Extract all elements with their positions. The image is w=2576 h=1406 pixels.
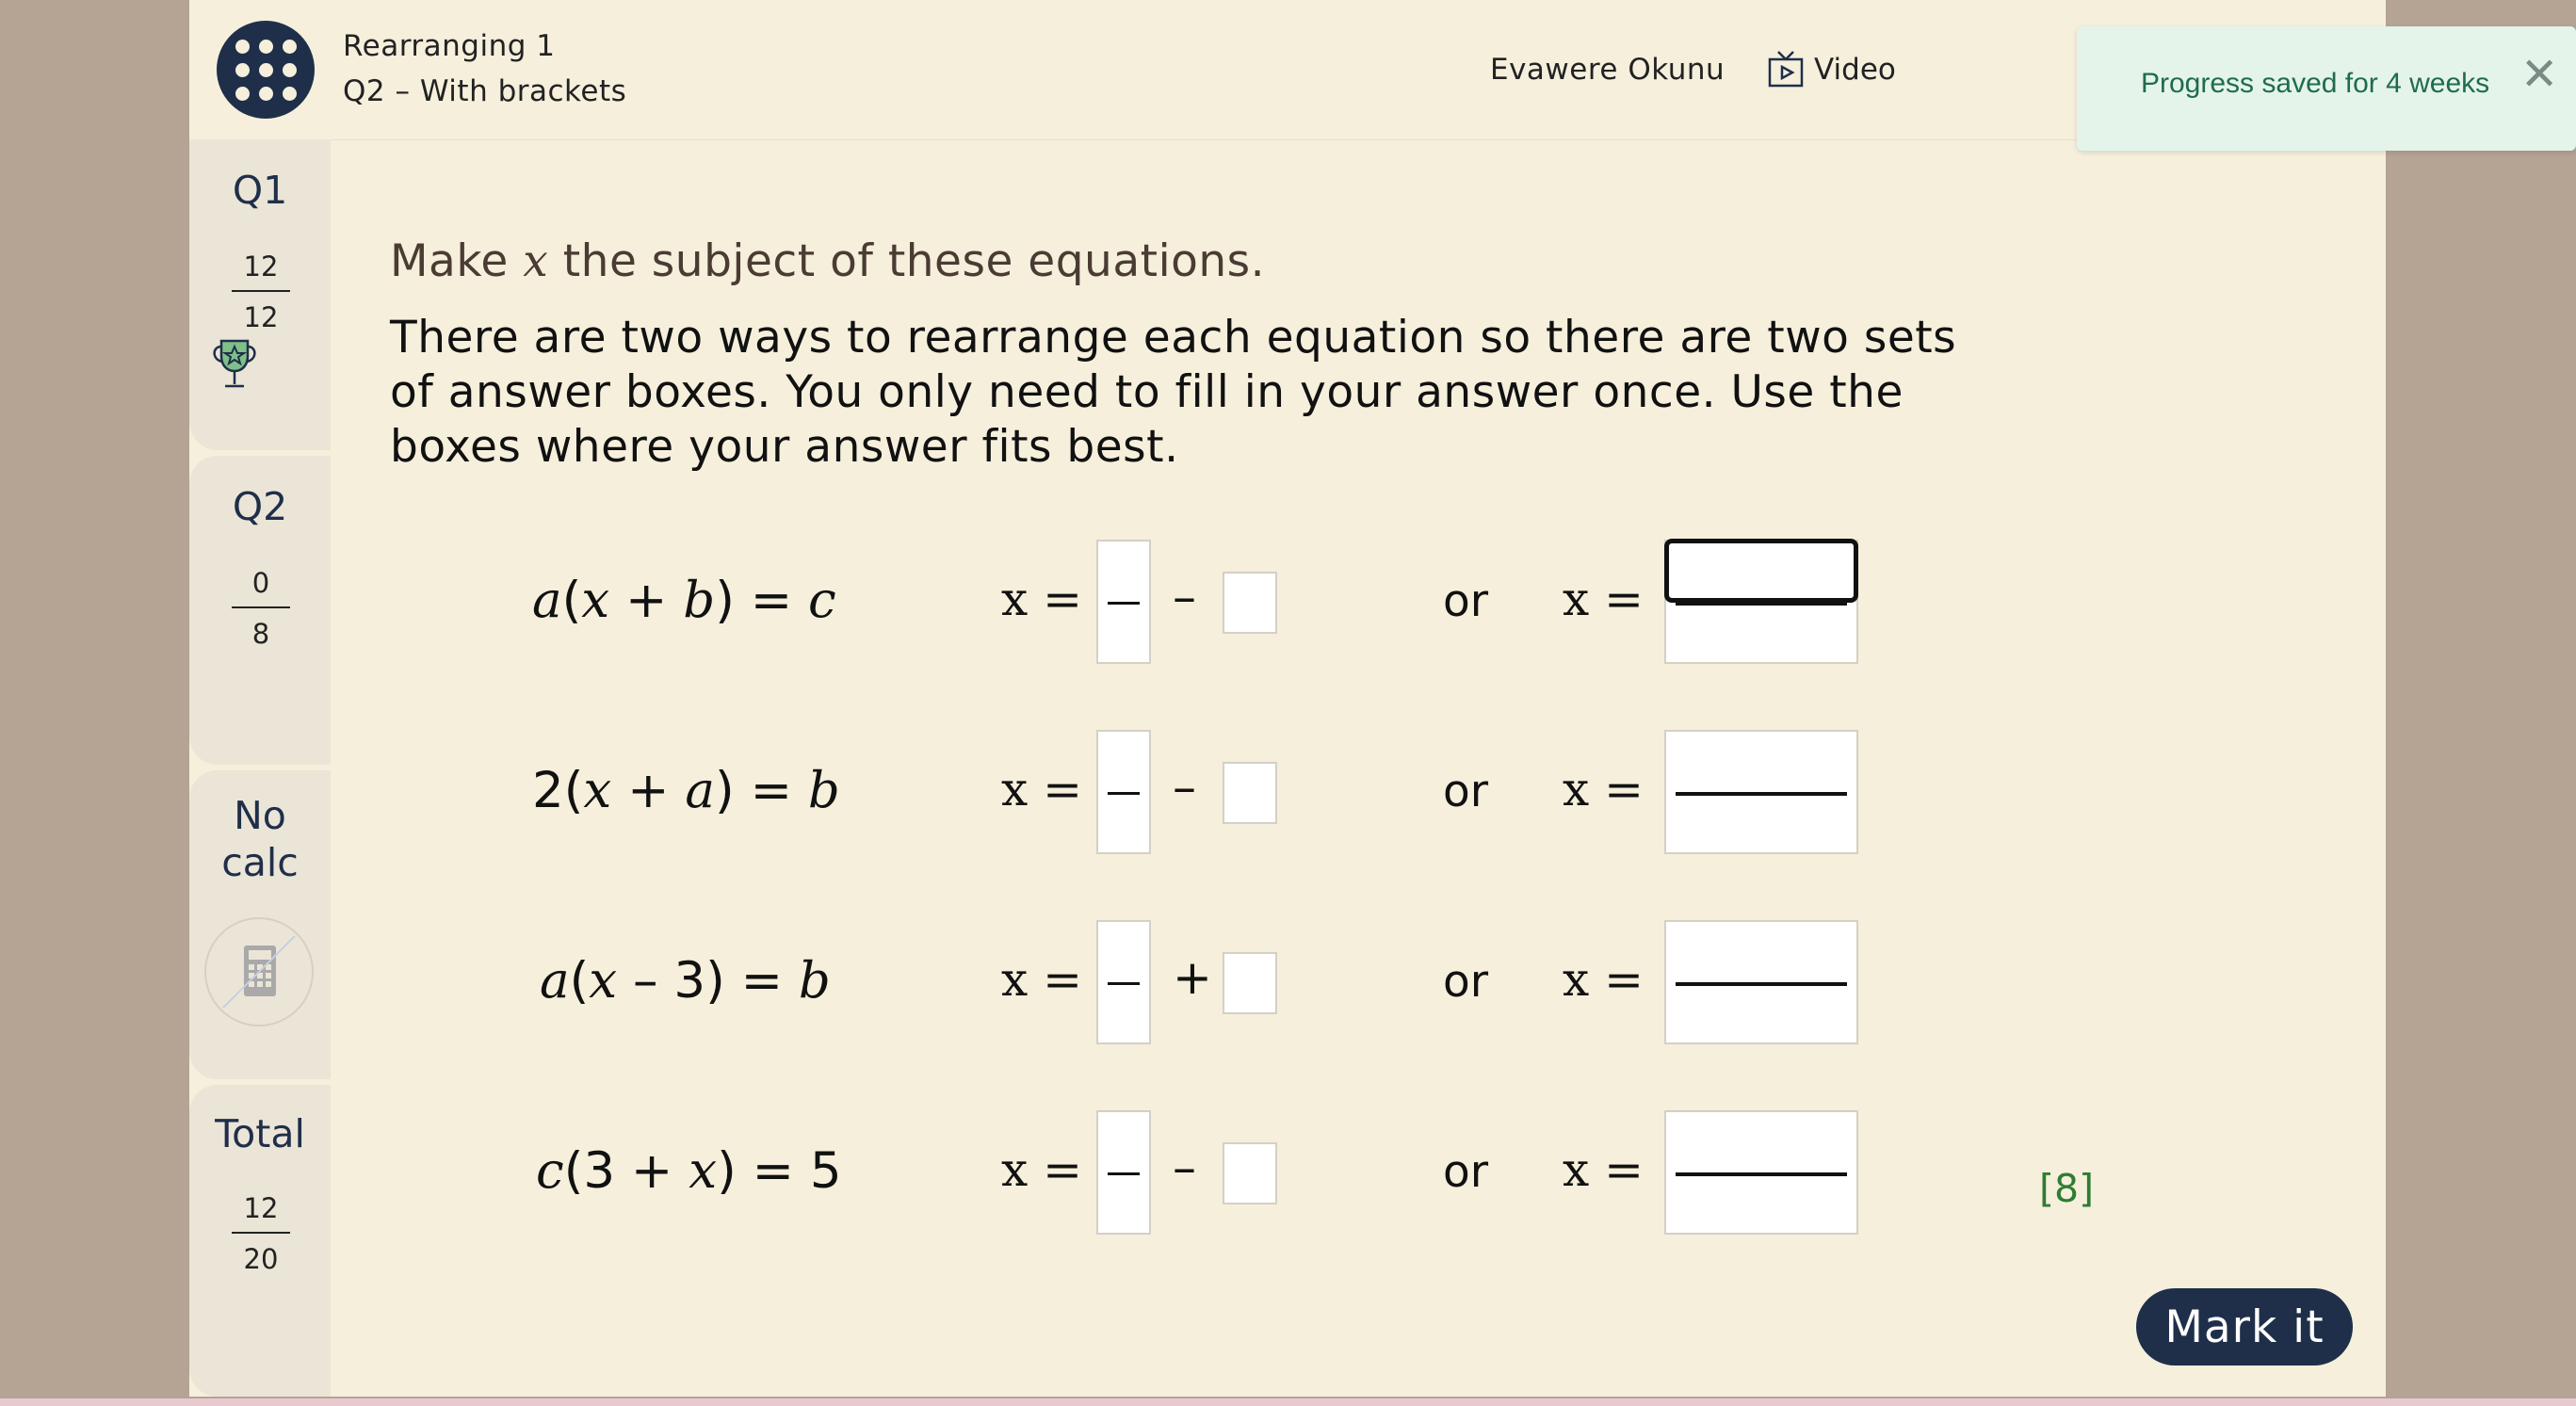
x-equals-label: x = bbox=[1563, 1142, 1644, 1197]
sidebar-item-q1[interactable]: Q1 12 12 bbox=[189, 139, 331, 450]
equation-row-2: 2(x + a) = b x = – or x = bbox=[189, 730, 2386, 862]
user-name[interactable]: Evawere Okunu bbox=[1490, 53, 1725, 87]
toast-message: Progress saved for 4 weeks bbox=[2141, 68, 2490, 99]
equation-4: c(3 + x) = 5 bbox=[536, 1142, 842, 1200]
single-fraction-answer bbox=[1664, 920, 1858, 1044]
fraction-answer-box[interactable] bbox=[1096, 540, 1151, 664]
numerator-input[interactable] bbox=[1664, 539, 1858, 603]
q2-label: Q2 bbox=[232, 484, 288, 529]
lesson-title: Rearranging 1 bbox=[343, 29, 556, 63]
equation-row-3: a(x – 3) = b x = + or x = bbox=[189, 920, 2386, 1052]
constant-answer-box[interactable] bbox=[1223, 762, 1277, 824]
constant-answer-box[interactable] bbox=[1223, 572, 1277, 634]
denominator-input[interactable] bbox=[1666, 606, 1856, 662]
x-equals-label: x = bbox=[1563, 762, 1644, 816]
x-equals-label: x = bbox=[1001, 952, 1082, 1007]
equation-row-1: a(x + b) = c x = – or x = bbox=[189, 539, 2386, 671]
question-title: Q2 – With brackets bbox=[343, 74, 627, 108]
single-fraction-answer bbox=[1664, 730, 1858, 854]
bottom-strip bbox=[0, 1398, 2576, 1406]
progress-saved-toast: Progress saved for 4 weeks ✕ bbox=[2077, 26, 2576, 151]
fraction-answer-box[interactable] bbox=[1096, 920, 1151, 1044]
header: Rearranging 1 Q2 – With brackets Evawere… bbox=[189, 0, 2386, 140]
single-fraction-answer bbox=[1664, 539, 1858, 664]
constant-answer-box[interactable] bbox=[1223, 952, 1277, 1014]
or-label: or bbox=[1443, 766, 1489, 817]
menu-grid-button[interactable] bbox=[217, 21, 315, 119]
x-equals-label: x = bbox=[1001, 1142, 1082, 1197]
fraction-answer-box[interactable] bbox=[1096, 1110, 1151, 1235]
numerator-input[interactable] bbox=[1666, 732, 1856, 792]
or-label: or bbox=[1443, 1146, 1489, 1198]
q1-score: 12 12 bbox=[232, 250, 290, 333]
x-equals-label: x = bbox=[1563, 572, 1644, 626]
x-equals-label: x = bbox=[1563, 952, 1644, 1007]
denominator-input[interactable] bbox=[1666, 1176, 1856, 1233]
marks-available: [8] bbox=[2039, 1166, 2095, 1211]
instruction-text: Make x the subject of these equations. bbox=[390, 235, 1266, 287]
q1-score-total: 12 bbox=[243, 301, 279, 333]
tv-icon bbox=[1768, 51, 1804, 88]
equation-3: a(x – 3) = b bbox=[540, 952, 831, 1010]
equation-1: a(x + b) = c bbox=[532, 572, 836, 629]
constant-answer-box[interactable] bbox=[1223, 1142, 1277, 1204]
operator-sign: + bbox=[1173, 950, 1212, 1005]
operator-sign: – bbox=[1173, 570, 1196, 624]
trophy-icon bbox=[213, 339, 256, 388]
numerator-input[interactable] bbox=[1666, 922, 1856, 982]
or-label: or bbox=[1443, 956, 1489, 1008]
video-link[interactable]: Video bbox=[1767, 47, 1899, 92]
x-equals-label: x = bbox=[1001, 572, 1082, 626]
operator-sign: – bbox=[1173, 760, 1196, 815]
total-score-total: 20 bbox=[243, 1243, 279, 1275]
close-icon[interactable]: ✕ bbox=[2520, 52, 2558, 97]
mark-it-button[interactable]: Mark it bbox=[2136, 1288, 2353, 1366]
fraction-answer-box[interactable] bbox=[1096, 730, 1151, 854]
denominator-input[interactable] bbox=[1666, 796, 1856, 852]
explanation-text: There are two ways to rearrange each equ… bbox=[390, 312, 1957, 473]
equation-2: 2(x + a) = b bbox=[532, 762, 840, 819]
video-label: Video bbox=[1814, 53, 1896, 87]
or-label: or bbox=[1443, 575, 1489, 627]
x-equals-label: x = bbox=[1001, 762, 1082, 816]
app-window: Rearranging 1 Q2 – With brackets Evawere… bbox=[189, 0, 2576, 1397]
single-fraction-answer bbox=[1664, 1110, 1858, 1235]
numerator-input[interactable] bbox=[1666, 1112, 1856, 1172]
operator-sign: – bbox=[1173, 1140, 1196, 1195]
denominator-input[interactable] bbox=[1666, 986, 1856, 1042]
q1-score-value: 12 bbox=[243, 250, 279, 283]
q1-label: Q1 bbox=[232, 168, 288, 213]
